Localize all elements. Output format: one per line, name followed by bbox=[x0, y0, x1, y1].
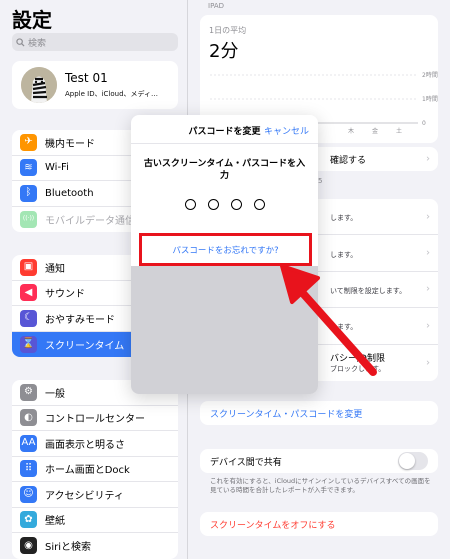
sidebar-item-home-grid[interactable]: ⠿ ホーム画面とDock bbox=[12, 457, 178, 482]
moon-icon: ☾ bbox=[20, 309, 37, 327]
sidebar-title: 設定 bbox=[12, 8, 52, 32]
siri-icon: ◉ bbox=[20, 537, 37, 555]
home-grid-icon: ⠿ bbox=[20, 460, 37, 478]
sidebar-item-label: モバイルデータ通信 bbox=[45, 215, 135, 227]
turn-off-screen-time-row[interactable]: スクリーンタイムをオフにする bbox=[200, 512, 438, 536]
general-group: ⚙ 一般 ◐ コントロールセンター AA 画面表示と明るさ ⠿ ホーム画面とDock ☺ アクセシ… bbox=[12, 380, 178, 559]
chart-x-tick: 金 bbox=[372, 127, 378, 135]
sound-icon: ◀ bbox=[20, 284, 37, 302]
passcode-dots bbox=[131, 199, 318, 210]
toggles-icon: ◐ bbox=[20, 409, 37, 427]
chevron-right-icon: › bbox=[426, 320, 430, 332]
sidebar-item-label: Bluetooth bbox=[45, 187, 94, 199]
share-across-devices-row: デバイス間で共有 bbox=[200, 449, 438, 473]
search-placeholder: 検索 bbox=[28, 38, 47, 49]
passcode-dot bbox=[207, 199, 219, 210]
sidebar-item-siri[interactable]: ◉ Siriと検索 bbox=[12, 533, 178, 559]
zebra-avatar-icon bbox=[21, 67, 57, 103]
share-label: デバイス間で共有 bbox=[210, 458, 282, 468]
accessibility-icon: ☺ bbox=[20, 485, 37, 503]
chart-y-tick: 2時間 bbox=[422, 71, 438, 79]
modal-divider bbox=[131, 143, 318, 144]
red-arrow-icon bbox=[280, 264, 377, 376]
forgot-passcode-label: パスコードをお忘れですか? bbox=[172, 245, 279, 256]
hourglass-icon: ⌛ bbox=[20, 335, 37, 353]
sidebar-item-label: Wi-Fi bbox=[45, 162, 69, 174]
sidebar-item-label: 機内モード bbox=[45, 138, 95, 150]
sidebar-item-label: アクセシビリティ bbox=[45, 490, 124, 502]
passcode-dot bbox=[184, 199, 196, 210]
device-label: IPAD bbox=[208, 2, 225, 10]
section-number: 5 bbox=[318, 177, 323, 185]
option-description: します。 bbox=[330, 214, 358, 223]
chevron-right-icon: › bbox=[426, 357, 430, 369]
avatar bbox=[21, 67, 57, 103]
chart-x-tick: 土 bbox=[396, 127, 402, 135]
sidebar-item-label: コントロールセンター bbox=[45, 414, 145, 426]
wallpaper-icon: ✿ bbox=[20, 511, 37, 529]
change-passcode-row[interactable]: スクリーンタイム・パスコードを変更 bbox=[200, 401, 438, 425]
sidebar-item-display[interactable]: AA 画面表示と明るさ bbox=[12, 431, 178, 457]
sidebar-item-label: サウンド bbox=[45, 289, 85, 301]
passcode-prompt: 古いスクリーンタイム・パスコードを入力 bbox=[143, 159, 306, 181]
sidebar-item-wallpaper[interactable]: ✿ 壁紙 bbox=[12, 508, 178, 533]
bluetooth-icon: ᛒ bbox=[20, 184, 37, 202]
daily-average-label: 1日の平均 bbox=[209, 26, 247, 35]
sidebar-item-label: 一般 bbox=[45, 388, 65, 400]
chevron-right-icon: › bbox=[426, 211, 430, 223]
change-passcode-label: スクリーンタイム・パスコードを変更 bbox=[210, 410, 363, 420]
cancel-button[interactable]: キャンセル bbox=[264, 124, 309, 137]
share-note: これを有効にすると、iCloudにサインインしているデバイスすべての画面を見てい… bbox=[210, 477, 431, 494]
sidebar-item-label: おやすみモード bbox=[45, 314, 115, 326]
chart-x-tick: 木 bbox=[348, 127, 354, 135]
daily-average-value: 2分 bbox=[209, 41, 239, 62]
chevron-right-icon: › bbox=[426, 153, 430, 165]
wifi-icon: ≋ bbox=[20, 159, 37, 177]
sidebar-item-toggles[interactable]: ◐ コントロールセンター bbox=[12, 406, 178, 431]
apple-id-profile[interactable]: Test 01 Apple ID、iCloud、メディ… bbox=[12, 61, 178, 109]
turn-off-label: スクリーンタイムをオフにする bbox=[210, 521, 336, 531]
gear-icon: ⚙ bbox=[20, 383, 37, 401]
airplane-icon: ✈ bbox=[20, 133, 37, 151]
chart-y-tick: 1時間 bbox=[422, 95, 438, 103]
notifications-icon: ▣ bbox=[20, 258, 37, 276]
profile-subtitle: Apple ID、iCloud、メディ… bbox=[65, 90, 159, 98]
sidebar-item-label: スクリーンタイム bbox=[45, 340, 125, 352]
profile-name: Test 01 bbox=[65, 71, 108, 85]
sidebar-item-label: 壁紙 bbox=[45, 516, 65, 528]
passcode-dot bbox=[230, 199, 242, 210]
sidebar-item-accessibility[interactable]: ☺ アクセシビリティ bbox=[12, 482, 178, 508]
sidebar-item-label: 画面表示と明るさ bbox=[45, 439, 125, 451]
chart-y-tick: 0 bbox=[422, 120, 426, 127]
share-toggle[interactable] bbox=[398, 452, 428, 470]
sidebar-item-label: Siriと検索 bbox=[45, 542, 92, 554]
passcode-dot bbox=[253, 199, 265, 210]
confirm-label: 確認する bbox=[330, 156, 367, 166]
sidebar-item-label: 通知 bbox=[45, 263, 65, 275]
search-field[interactable]: 検索 bbox=[12, 33, 178, 51]
chevron-right-icon: › bbox=[426, 283, 430, 295]
chevron-right-icon: › bbox=[426, 247, 430, 259]
display-icon: AA bbox=[20, 434, 37, 452]
search-icon bbox=[16, 37, 25, 47]
sidebar-item-label: ホーム画面とDock bbox=[45, 465, 130, 477]
cellular-icon: ((·)) bbox=[20, 210, 37, 228]
